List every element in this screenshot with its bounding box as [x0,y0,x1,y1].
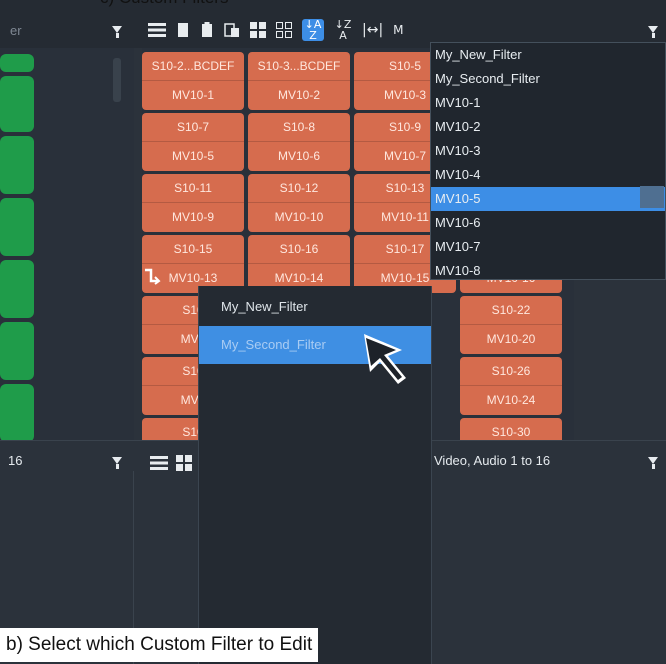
right-filter-funnel-icon[interactable] [648,26,658,38]
grid-button-source-label: S10-26 [460,357,562,386]
grid-button-source-label: S10-22 [460,296,562,325]
fit-width-icon[interactable]: |↔| [362,22,383,38]
filter-dropdown-menu: My_New_Filter My_Second_Filter MV10-1 MV10-… [430,42,666,280]
toolbar-letter: M [393,23,404,37]
dropdown-item[interactable]: MV10-4 [431,163,665,187]
left-green-button[interactable] [0,136,34,194]
grid-button-source-label: S10-15 [142,235,244,264]
dropdown-item[interactable]: My_New_Filter [431,43,665,67]
dropdown-item[interactable]: MV10-1 [431,91,665,115]
grid-button[interactable]: S10-2...BCDEF MV10-1 [142,52,244,110]
screenshot: c) Custom Filters er ↓AZ ↓ZA |↔| M [0,0,666,664]
sort-ascending-icon[interactable]: ↓A Z [302,19,324,41]
bottom-list-view-icon[interactable] [150,455,168,471]
mouse-pointer-icon [364,334,406,384]
grid-button-dest-label: MV10-24 [460,386,562,415]
dropdown-item[interactable]: MV10-8 [431,259,665,283]
dropdown-item[interactable]: MV10-5 [431,187,665,211]
grid-outline-icon[interactable] [276,22,292,38]
sort-descending-icon[interactable]: ↓Z A [334,19,352,41]
grid-button-source-label: S10-12 [248,174,350,203]
grid-button-source-label: S10-16 [248,235,350,264]
grid-button-source-label: S10-3...BCDEF [248,52,350,81]
dropdown-scrollbar[interactable] [640,186,664,208]
grid-button-dest-label: MV10-6 [248,142,350,171]
popup-filter-item[interactable]: My_New_Filter [199,288,431,326]
dropdown-item[interactable]: MV10-2 [431,115,665,139]
top-toolbar: c) Custom Filters er ↓AZ ↓ZA |↔| M [0,0,666,48]
list-view-icon[interactable] [148,22,166,38]
left-filter-funnel-icon[interactable] [112,26,122,38]
grid-button-dest-label: MV10-5 [142,142,244,171]
left-filter-text[interactable]: er [10,23,22,38]
bottom-right-label: Video, Audio 1 to 16 [434,453,551,468]
dropdown-item[interactable]: MV10-6 [431,211,665,235]
grid-button-source-label: S10-2...BCDEF [142,52,244,81]
left-green-button[interactable] [0,198,34,256]
grid-button-dest-label: MV10-1 [142,81,244,110]
grid-button[interactable]: S10-3...BCDEF MV10-2 [248,52,350,110]
grid-button[interactable]: S10-8 MV10-6 [248,113,350,171]
grid-toolbar: ↓A Z ↓Z A |↔| M [148,19,404,41]
dropdown-item[interactable]: MV10-7 [431,235,665,259]
grid-button[interactable]: S10-26 MV10-24 [460,357,562,415]
figure-caption-bottom: b) Select which Custom Filter to Edit [0,628,319,662]
bottom-grid-icon[interactable] [176,455,192,471]
route-icon [143,267,161,289]
grid-button-source-label: S10-30 [460,418,562,440]
left-green-button[interactable] [0,384,34,442]
grid-button[interactable]: S10-7 MV10-5 [142,113,244,171]
page-icon[interactable] [176,22,190,38]
bottom-right-funnel-icon[interactable] [648,457,658,469]
figure-caption-top: c) Custom Filters [100,0,228,8]
left-green-button[interactable] [0,260,34,318]
grid-button-dest-label: MV10-20 [460,325,562,354]
clipboard-icon[interactable] [200,22,214,38]
grid-button[interactable]: S10-11 MV10-9 [142,174,244,232]
grid-button-dest-label: MV10-9 [142,203,244,232]
dropdown-item[interactable]: My_Second_Filter [431,67,665,91]
dropdown-item[interactable]: MV10-3 [431,139,665,163]
grid-large-icon[interactable] [250,22,266,38]
left-pane [0,48,134,442]
paste-icon[interactable] [224,22,240,38]
left-green-button[interactable] [0,322,34,380]
grid-button[interactable]: S10-16 MV10-14 [248,235,350,293]
grid-button-dest-label: MV10-10 [248,203,350,232]
left-scrollbar[interactable] [113,58,121,102]
left-green-button[interactable] [0,76,34,132]
grid-button[interactable]: S10-12 MV10-10 [248,174,350,232]
grid-button-source-label: S10-11 [142,174,244,203]
grid-button-source-label: S10-8 [248,113,350,142]
grid-button-dest-label: MV10-2 [248,81,350,110]
bottom-left-label: 16 [8,453,23,468]
left-green-button[interactable] [0,54,34,72]
grid-button[interactable]: S10-30 [460,418,562,440]
bottom-left-funnel-icon[interactable] [112,457,122,469]
grid-button[interactable]: S10-22 MV10-20 [460,296,562,354]
grid-button-source-label: S10-7 [142,113,244,142]
